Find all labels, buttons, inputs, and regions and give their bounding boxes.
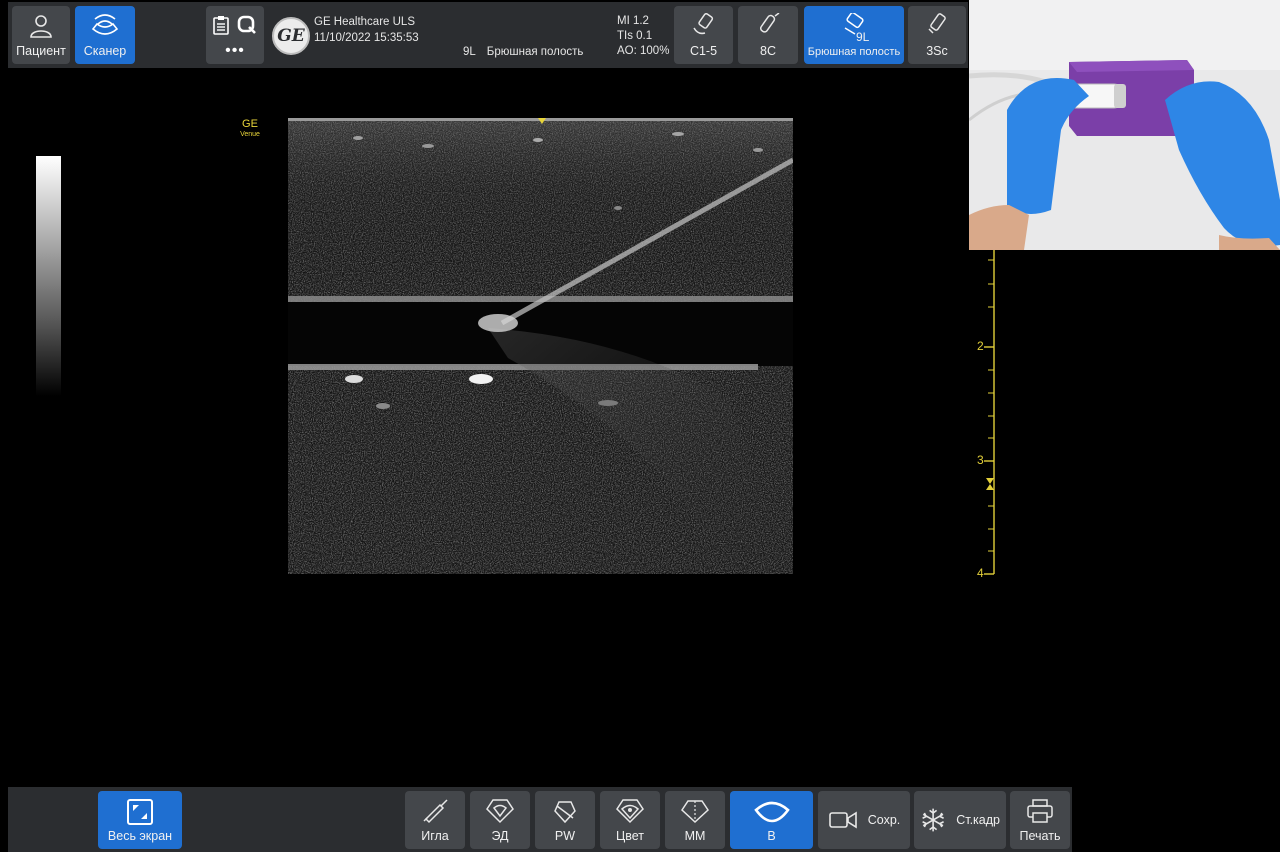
fullscreen-button[interactable]: Весь экран (98, 791, 182, 849)
current-preset: Брюшная полость (486, 46, 584, 58)
depth-label-2: 2 (977, 339, 984, 353)
brand-line-1: GE (242, 118, 258, 130)
fullscreen-icon (127, 799, 153, 825)
depth-scale: 2 3 4 (960, 230, 1010, 590)
b-mode-label: B (767, 829, 776, 843)
probe-3sc-label: 3Sc (926, 44, 948, 58)
power-doppler-icon (486, 799, 514, 824)
fullscreen-label: Весь экран (107, 829, 173, 843)
patient-button[interactable]: Пациент (12, 6, 70, 64)
video-camera-icon (828, 811, 857, 829)
freeze-label: Ст.кадр (956, 813, 1000, 827)
search-icon[interactable] (237, 15, 257, 35)
patient-label: Пациент (16, 44, 66, 58)
needle-label: Игла (421, 829, 449, 843)
m-mode-icon (681, 800, 709, 824)
pw-label: PW (554, 829, 576, 843)
microconvex-probe-icon (759, 13, 780, 33)
print-label: Печать (1019, 829, 1061, 843)
power-doppler-label: ЭД (491, 829, 509, 843)
tis-value: TIs 0.1 (617, 30, 653, 42)
color-doppler-icon (616, 799, 644, 824)
brand-mark: GE Venue (234, 118, 266, 139)
exam-datetime: 11/10/2022 15:35:53 (314, 32, 419, 44)
save-label: Сохр. (867, 813, 901, 827)
bottom-toolbar: Весь экран Игла ЭД PW Цвет MM B Сохр. Ст… (8, 787, 1072, 852)
needle-icon (423, 799, 448, 824)
scanner-button[interactable]: Сканер (75, 6, 135, 64)
pw-button[interactable]: PW (535, 791, 595, 849)
convex-probe-icon (692, 13, 713, 35)
probe-8c-label: 8C (760, 44, 776, 58)
exam-info: GE Healthcare ULS 11/10/2022 15:35:53 (314, 14, 419, 46)
b-mode-icon (753, 801, 790, 823)
scanner-label: Сканер (83, 44, 127, 58)
top-toolbar: Пациент Сканер ••• GE GE Healthcare ULS … (8, 2, 968, 68)
printer-icon (1027, 799, 1053, 823)
scanner-icon (91, 14, 119, 35)
freeze-button[interactable]: Ст.кадр (914, 791, 1006, 849)
focus-marker (538, 118, 546, 124)
print-button[interactable]: Печать (1010, 791, 1070, 849)
m-mode-label: MM (684, 829, 706, 843)
patient-icon (30, 15, 52, 38)
ao-value: AO: 100% (617, 45, 670, 57)
more-button[interactable]: ••• (206, 42, 264, 60)
current-probe: 9L (463, 46, 476, 58)
save-button[interactable]: Сохр. (818, 791, 910, 849)
camera-video-inset (969, 0, 1280, 250)
snowflake-icon (922, 808, 944, 832)
mi-value: MI 1.2 (617, 15, 649, 27)
probe-9l-label: 9L (856, 30, 870, 44)
pw-doppler-icon (554, 801, 576, 824)
depth-label-4: 4 (977, 566, 984, 580)
probe-c1-5-button[interactable]: C1-5 (674, 6, 733, 64)
ultrasound-image[interactable] (288, 118, 793, 574)
color-doppler-button[interactable]: Цвет (600, 791, 660, 849)
b-mode-button[interactable]: B (730, 791, 813, 849)
probe-8c-button[interactable]: 8C (738, 6, 798, 64)
color-doppler-label: Цвет (615, 829, 644, 843)
power-doppler-button[interactable]: ЭД (470, 791, 530, 849)
probe-preset-line: 9L Брюшная полость (463, 46, 583, 58)
clipboard-icon[interactable] (212, 15, 230, 35)
probe-3sc-button[interactable]: 3Sc (908, 6, 966, 64)
probe-9l-button[interactable]: 9L Брюшная полость (804, 6, 904, 64)
probe-9l-preset: Брюшная полость (807, 46, 901, 58)
acoustic-indices: MI 1.2 TIs 0.1 AO: 100% (617, 14, 669, 59)
brand-line-2: Venue (240, 131, 260, 138)
ge-logo: GE (272, 17, 310, 55)
facility-name: GE Healthcare ULS (314, 16, 415, 28)
needle-button[interactable]: Игла (405, 791, 465, 849)
probe-c1-5-label: C1-5 (689, 44, 718, 58)
phased-probe-icon (928, 13, 946, 34)
tools-group: ••• (206, 6, 264, 64)
m-mode-button[interactable]: MM (665, 791, 725, 849)
depth-label-3: 3 (977, 453, 984, 467)
grayscale-bar (36, 156, 61, 396)
